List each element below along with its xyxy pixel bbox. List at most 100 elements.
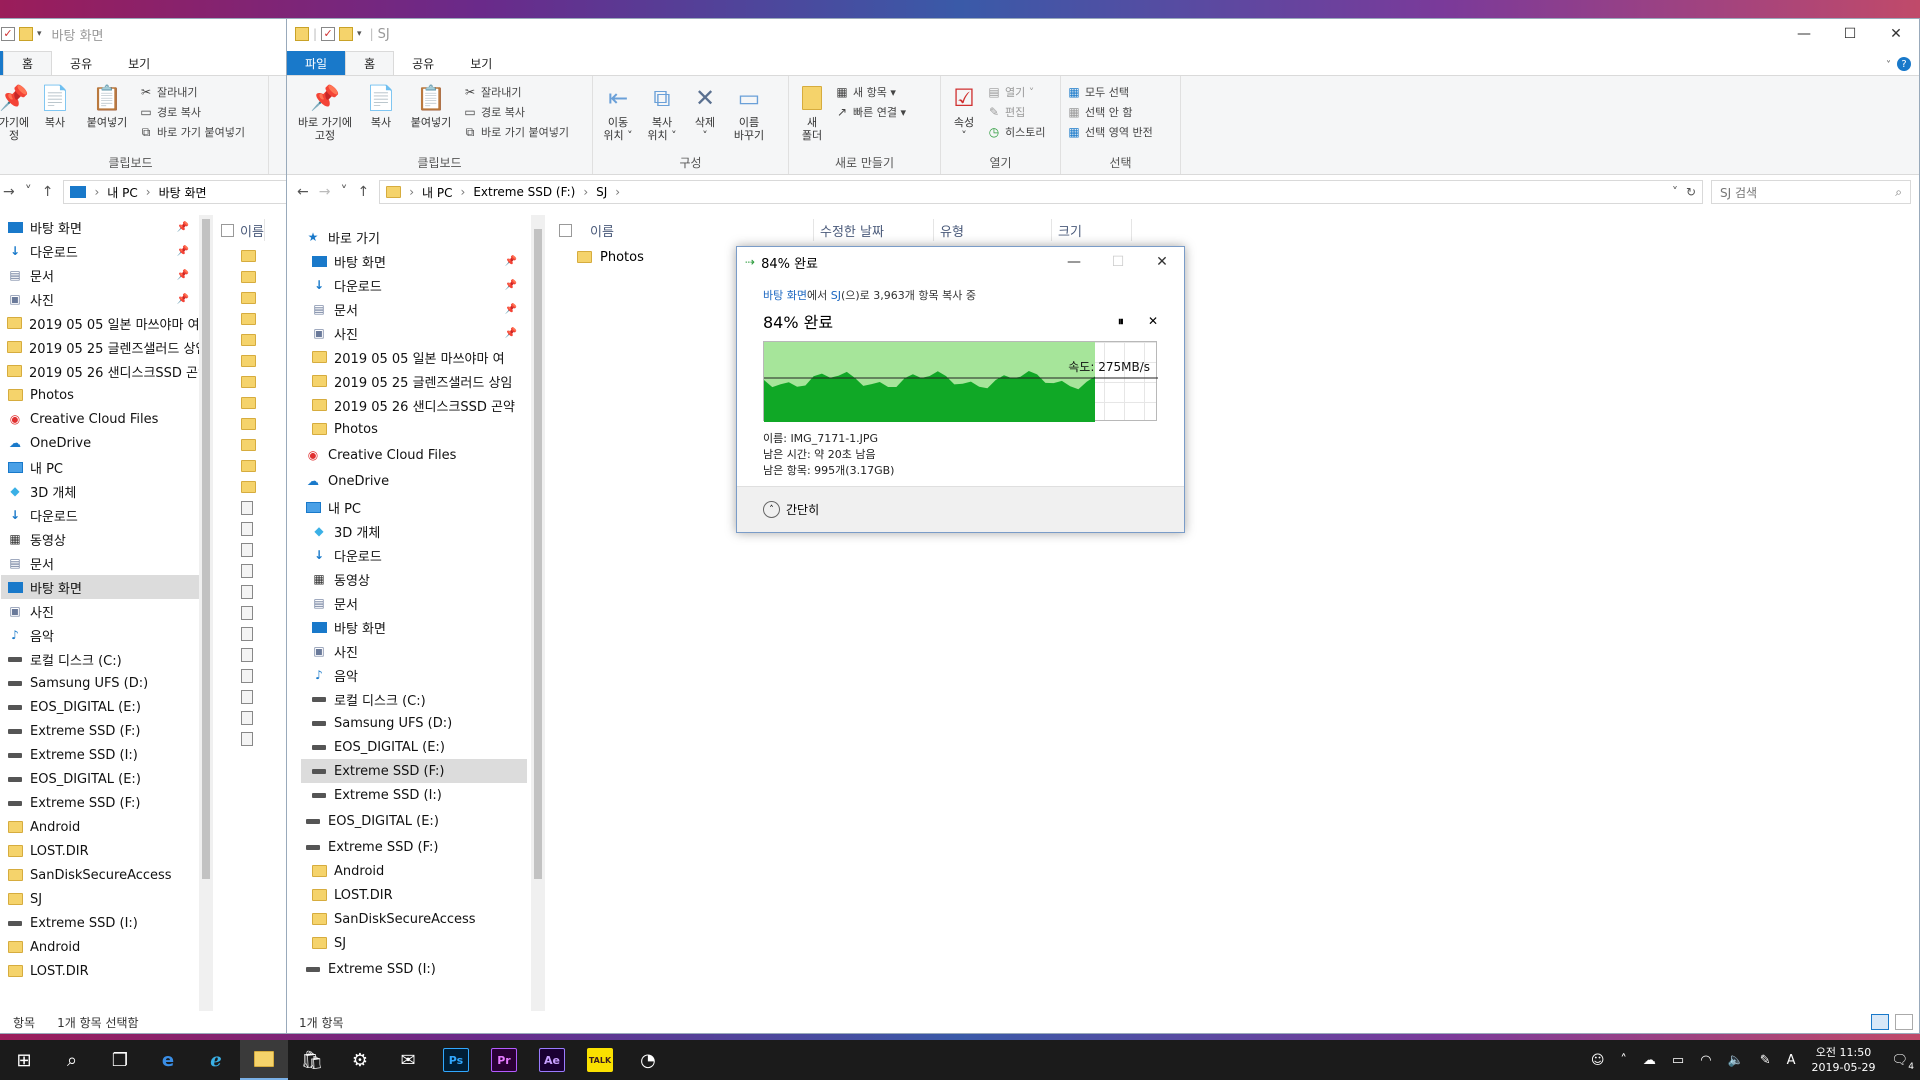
nav-item[interactable]: 2019 05 05 일본 마쓰야마 여 xyxy=(1,311,199,335)
after-effects-app[interactable]: Ae xyxy=(528,1040,576,1080)
dialog-titlebar[interactable]: ⇢ 84% 완료 — ☐ ✕ xyxy=(737,247,1184,277)
column-date-modified[interactable]: 수정한 날짜 xyxy=(814,219,934,241)
nav-item[interactable]: EOS_DIGITAL (E:) xyxy=(301,809,527,833)
nav-item[interactable]: 바탕 화면 📌 xyxy=(301,249,527,273)
wifi-icon[interactable]: ◠ xyxy=(1700,1053,1711,1068)
quick-access-folder-icon[interactable] xyxy=(295,27,309,41)
nav-item[interactable]: 2019 05 25 글렌즈샐러드 상임 xyxy=(1,335,199,359)
select-all-button[interactable]: ▦ 모두 선택 xyxy=(1067,84,1153,100)
file-row[interactable] xyxy=(215,497,293,518)
clock[interactable]: 오전 11:50 2019-05-29 xyxy=(1812,1045,1876,1075)
nav-item[interactable]: ▤ 문서 📌 xyxy=(1,263,199,287)
nav-item[interactable]: ▤ 문서 📌 xyxy=(301,297,527,321)
file-row[interactable] xyxy=(215,371,293,392)
nav-item[interactable]: EOS_DIGITAL (E:) xyxy=(1,695,199,719)
history-button[interactable]: ◷ 히스토리 xyxy=(987,124,1046,140)
nav-item[interactable]: Android xyxy=(1,815,199,839)
maximize-icon[interactable]: ☐ xyxy=(1827,19,1873,49)
nav-item[interactable]: Extreme SSD (F:) xyxy=(301,759,527,783)
nav-scrollbar[interactable] xyxy=(531,215,545,1011)
file-row[interactable] xyxy=(215,329,293,350)
nav-item[interactable]: EOS_DIGITAL (E:) xyxy=(301,735,527,759)
nav-item[interactable]: SanDiskSecureAccess xyxy=(1,863,199,887)
cancel-icon[interactable]: ✕ xyxy=(1148,314,1158,329)
notifications-icon[interactable]: 🗨 4 xyxy=(1891,1053,1914,1072)
nav-item[interactable]: Android xyxy=(301,859,527,883)
details-view-icon[interactable] xyxy=(1871,1014,1889,1030)
file-row[interactable] xyxy=(215,455,293,476)
quick-access-properties-icon[interactable]: ✓ xyxy=(321,27,336,41)
nav-item[interactable]: Extreme SSD (I:) xyxy=(301,957,527,981)
back-cut-button[interactable]: ✂ 잘라내기 xyxy=(139,84,245,100)
file-row[interactable] xyxy=(215,602,293,623)
nav-item[interactable]: Photos xyxy=(301,417,527,441)
nav-item[interactable]: 2019 05 25 글렌즈샐러드 상임 xyxy=(301,369,527,393)
nav-item[interactable]: ↓ 다운로드 xyxy=(301,543,527,567)
nav-item[interactable]: ▦ 동영상 xyxy=(1,527,199,551)
back-copy-path-button[interactable]: ▭ 경로 복사 xyxy=(139,104,245,120)
paste-shortcut-button[interactable]: ⧉ 바로 가기 붙여넣기 xyxy=(463,124,569,140)
minimize-icon[interactable]: — xyxy=(1781,19,1827,49)
file-row[interactable] xyxy=(215,581,293,602)
file-row[interactable] xyxy=(215,266,293,287)
nav-item[interactable]: LOST.DIR xyxy=(1,959,199,983)
forward-arrow-icon[interactable]: → xyxy=(319,184,331,200)
tab-home[interactable]: 홈 xyxy=(345,51,395,75)
nav-item[interactable]: ▣ 사진 xyxy=(1,599,199,623)
nav-item[interactable]: Extreme SSD (I:) xyxy=(1,743,199,767)
file-row[interactable] xyxy=(215,434,293,455)
nav-item[interactable]: Extreme SSD (F:) xyxy=(1,719,199,743)
quick-access-folder-icon[interactable] xyxy=(19,27,33,41)
back-nav-scroll-thumb[interactable] xyxy=(202,219,210,879)
cut-button[interactable]: ✂ 잘라내기 xyxy=(463,84,569,100)
open-button[interactable]: ▤ 열기 ˅ xyxy=(987,84,1045,100)
dialog-minimize-icon[interactable]: — xyxy=(1052,254,1096,270)
nav-item[interactable]: ▤ 문서 xyxy=(301,591,527,615)
game-controller-icon[interactable]: ◔ xyxy=(624,1040,672,1080)
back-nav-scrollbar[interactable] xyxy=(199,215,213,1011)
nav-item[interactable]: LOST.DIR xyxy=(301,883,527,907)
file-row[interactable] xyxy=(215,623,293,644)
new-item-button[interactable]: ▦ 새 항목 ▾ xyxy=(835,84,906,100)
task-view-icon[interactable]: ❐ xyxy=(96,1040,144,1080)
nav-item[interactable]: Extreme SSD (I:) xyxy=(301,783,527,807)
recent-locations-icon[interactable]: ˅ xyxy=(340,184,347,200)
dest-link[interactable]: SJ xyxy=(831,289,841,302)
refresh-icon[interactable]: ↻ xyxy=(1686,185,1702,199)
nav-item[interactable]: Android xyxy=(1,935,199,959)
nav-item[interactable]: ↓ 다운로드 📌 xyxy=(301,273,527,297)
nav-item[interactable]: 2019 05 05 일본 마쓰야마 여 xyxy=(301,345,527,369)
people-icon[interactable]: ☺ xyxy=(1591,1053,1605,1068)
back-column-name[interactable]: 이름 xyxy=(234,219,265,241)
nav-item[interactable]: ◉ Creative Cloud Files xyxy=(301,443,527,467)
file-row[interactable] xyxy=(215,287,293,308)
nav-item[interactable]: 로컬 디스크 (C:) xyxy=(301,687,527,711)
nav-item[interactable]: 바탕 화면 📌 xyxy=(1,215,199,239)
nav-item[interactable]: ◆ 3D 개체 xyxy=(301,519,527,543)
copy-path-button[interactable]: ▭ 경로 복사 xyxy=(463,104,569,120)
nav-item[interactable]: ☁ OneDrive xyxy=(301,469,527,493)
file-row[interactable] xyxy=(215,665,293,686)
nav-item[interactable]: ↓ 다운로드 📌 xyxy=(1,239,199,263)
back-up-icon[interactable]: ↑ xyxy=(42,184,54,200)
nav-item[interactable]: ▣ 사진 📌 xyxy=(1,287,199,311)
up-arrow-icon[interactable]: ↑ xyxy=(357,184,369,200)
nav-item[interactable]: Photos xyxy=(1,383,199,407)
file-row[interactable] xyxy=(215,245,293,266)
back-paste-shortcut-button[interactable]: ⧉ 바로 가기 붙여넣기 xyxy=(139,124,245,140)
nav-item[interactable]: ↓ 다운로드 xyxy=(1,503,199,527)
file-row[interactable] xyxy=(215,350,293,371)
large-icons-view-icon[interactable] xyxy=(1895,1014,1913,1030)
back-tab-home[interactable]: 홈 xyxy=(3,51,53,75)
nav-item[interactable]: 2019 05 26 샌디스크SSD 곤약 xyxy=(1,359,199,383)
windows-start-icon[interactable]: ⊞ xyxy=(0,1040,48,1080)
internet-explorer-icon[interactable]: ℯ xyxy=(192,1040,240,1080)
address-dropdown-icon[interactable]: ˅ xyxy=(1672,185,1678,199)
back-tab-share[interactable]: 공유 xyxy=(52,51,110,75)
less-details-button[interactable]: ˄ 간단히 xyxy=(737,486,1184,532)
nav-item[interactable]: EOS_DIGITAL (E:) xyxy=(1,767,199,791)
edit-button[interactable]: ✎ 편집 xyxy=(987,104,1045,120)
ime-indicator[interactable]: A xyxy=(1787,1053,1796,1068)
dialog-close-icon[interactable]: ✕ xyxy=(1140,254,1184,270)
file-row[interactable] xyxy=(215,707,293,728)
